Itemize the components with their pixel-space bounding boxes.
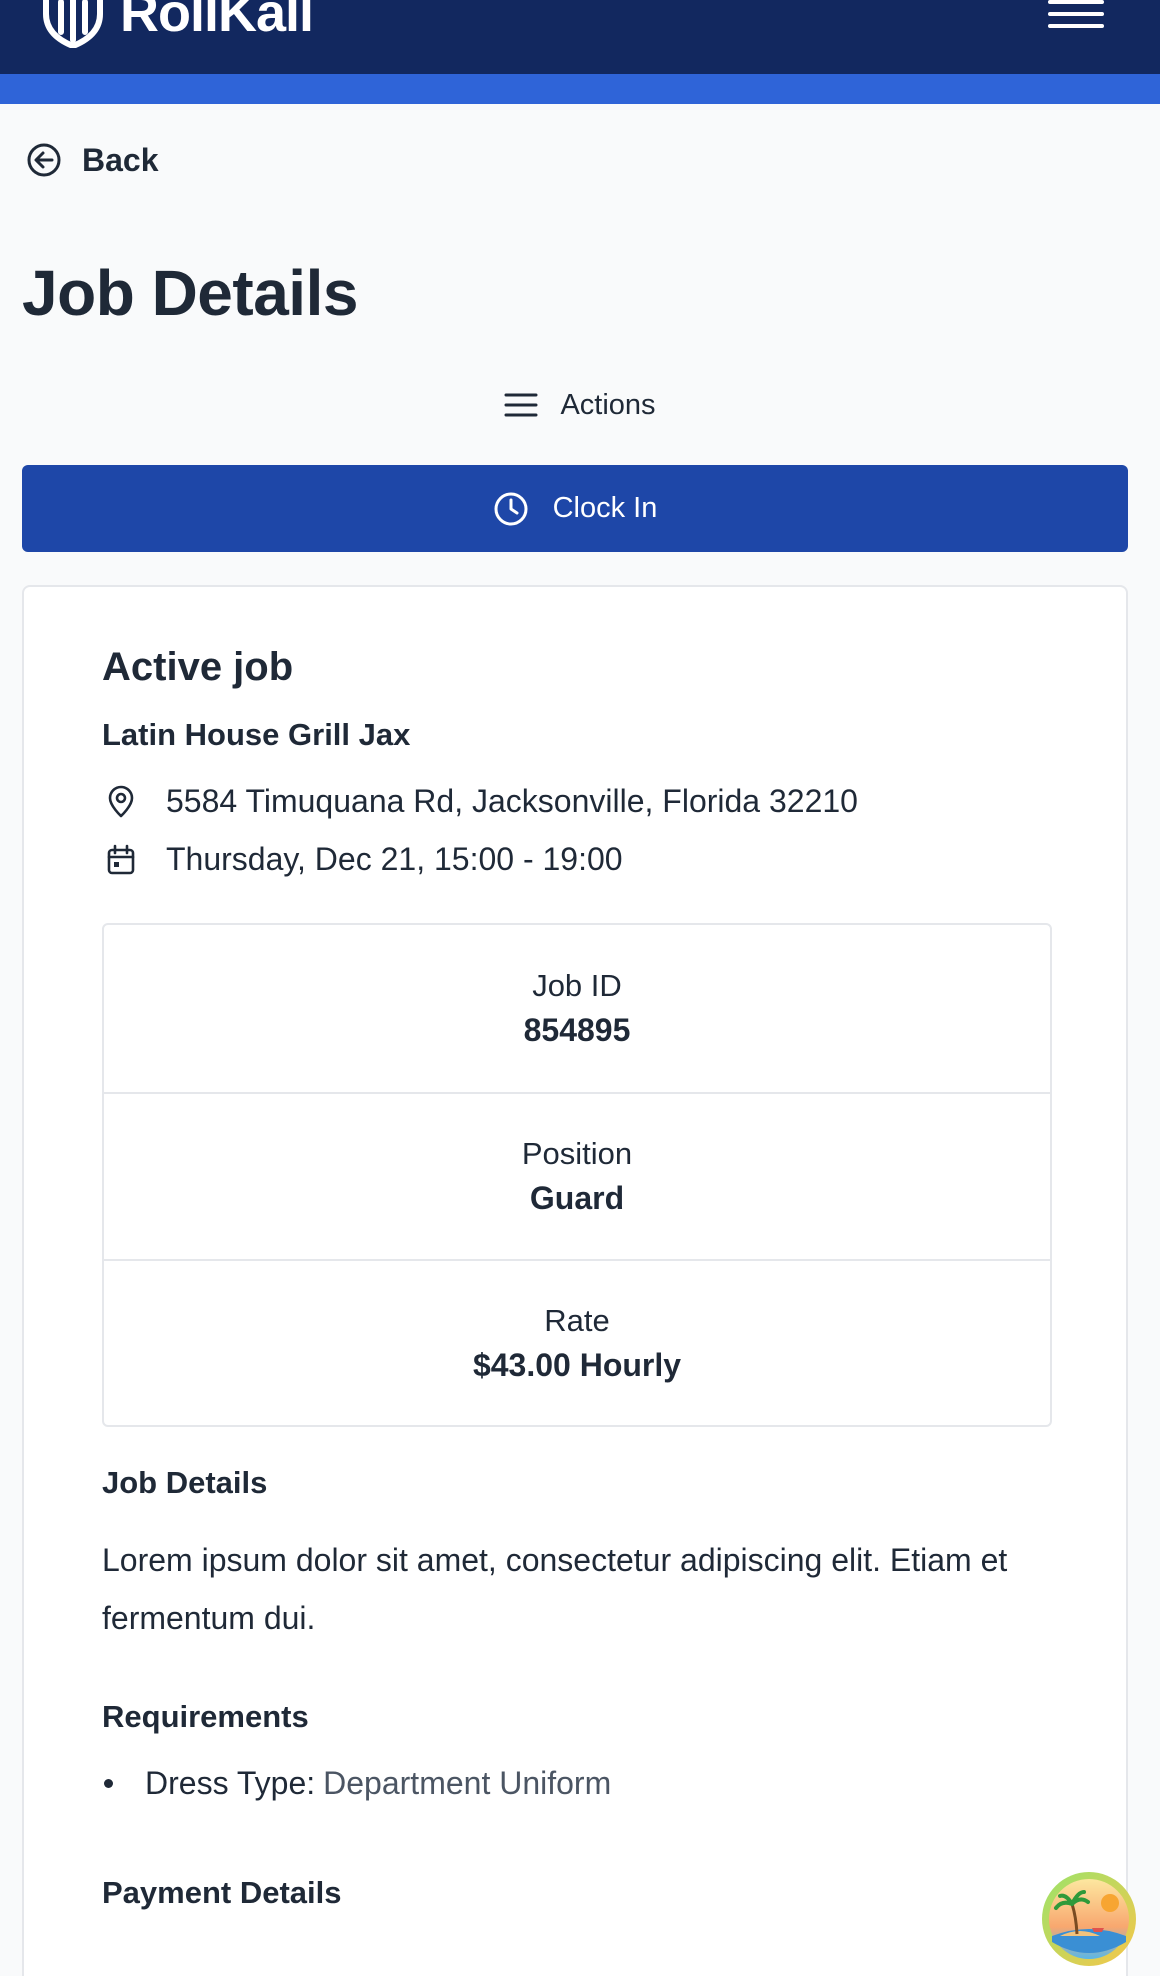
actions-label: Actions xyxy=(560,388,656,421)
requirements-heading: Requirements xyxy=(102,1699,309,1734)
brand[interactable]: RollKall xyxy=(40,0,314,48)
map-pin-icon xyxy=(108,785,134,817)
stat-position: Position Guard xyxy=(104,1092,1050,1259)
calendar-icon xyxy=(107,844,135,874)
job-details-heading: Job Details xyxy=(102,1465,268,1500)
list-item: Dress Type: Department Uniform xyxy=(102,1765,611,1802)
stat-rate: Rate $43.00 Hourly xyxy=(104,1259,1050,1425)
job-stats-table: Job ID 854895 Position Guard Rate $43.00… xyxy=(102,923,1052,1427)
back-button[interactable]: Back xyxy=(26,138,159,182)
clock-in-label: Clock In xyxy=(552,492,658,524)
address-text: 5584 Timuquana Rd, Jacksonville, Florida… xyxy=(166,783,858,819)
header-accent-stripe xyxy=(0,74,1160,104)
brand-name: RollKall xyxy=(120,0,314,43)
stat-job-id: Job ID 854895 xyxy=(104,925,1050,1092)
floating-help-button[interactable] xyxy=(1040,1870,1138,1968)
back-label: Back xyxy=(82,141,159,178)
hamburger-menu-button[interactable] xyxy=(1048,0,1104,28)
clock-icon xyxy=(494,492,528,525)
schedule-text: Thursday, Dec 21, 15:00 - 19:00 xyxy=(166,841,623,877)
requirement-label: Dress Type: xyxy=(145,1765,316,1801)
job-schedule: Thursday, Dec 21, 15:00 - 19:00 xyxy=(102,841,623,878)
stat-label: Job ID xyxy=(532,968,622,1003)
job-address: 5584 Timuquana Rd, Jacksonville, Florida… xyxy=(102,783,858,820)
job-card: Active job Latin House Grill Jax 5584 Ti… xyxy=(22,585,1128,1976)
requirements-list: Dress Type: Department Uniform xyxy=(102,1765,611,1802)
stat-label: Rate xyxy=(544,1303,610,1338)
stat-value: $43.00 Hourly xyxy=(472,1347,682,1383)
job-details-page: RollKall Back Job Details Actions Clock … xyxy=(0,0,1160,1976)
beach-island-icon xyxy=(1042,1872,1136,1966)
requirement-value: Department Uniform xyxy=(323,1765,612,1801)
page-title: Job Details xyxy=(22,257,358,329)
actions-menu-button[interactable]: Actions xyxy=(0,382,1160,428)
stat-value: Guard xyxy=(529,1180,625,1216)
bullet xyxy=(104,1779,113,1788)
arrow-left-circle-icon xyxy=(27,143,61,177)
job-status-title: Active job xyxy=(102,645,294,689)
top-navbar: RollKall xyxy=(0,0,1160,74)
menu-lines-icon xyxy=(504,393,538,417)
stat-value: 854895 xyxy=(523,1012,631,1048)
clock-in-button[interactable]: Clock In xyxy=(22,465,1128,552)
venue-name: Latin House Grill Jax xyxy=(102,717,411,752)
hamburger-icon xyxy=(1048,0,1104,4)
brand-logo-icon xyxy=(43,0,103,48)
stat-label: Position xyxy=(521,1136,633,1171)
payment-details-heading: Payment Details xyxy=(102,1875,342,1910)
job-description: Lorem ipsum dolor sit amet, consectetur … xyxy=(102,1542,1008,1636)
